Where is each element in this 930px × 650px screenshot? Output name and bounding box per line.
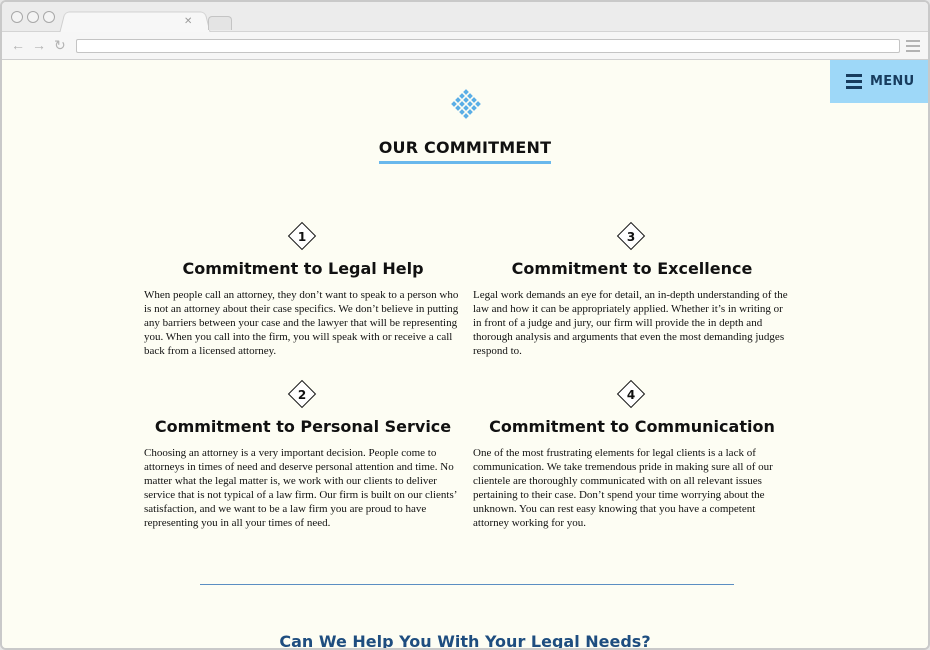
commitment-title: Commitment to Excellence <box>511 259 753 278</box>
browser-toolbar: ← → ↻ <box>2 32 928 60</box>
back-icon[interactable]: ← <box>11 37 25 53</box>
commitment-title: Commitment to Legal Help <box>182 259 424 278</box>
browser-menu-icon[interactable] <box>906 40 920 55</box>
address-bar[interactable] <box>76 39 900 53</box>
reload-icon[interactable]: ↻ <box>54 37 66 53</box>
commitment-title: Commitment to Personal Service <box>154 417 452 436</box>
commitment-body: One of the most frustrating elements for… <box>473 447 773 530</box>
commitment-title: Commitment to Communication <box>489 417 775 436</box>
browser-titlebar: ✕ <box>2 2 928 34</box>
firm-logo-icon <box>451 89 481 119</box>
commitment-body: Legal work demands an eye for detail, an… <box>473 289 788 358</box>
commitment-number: 1 <box>297 230 307 244</box>
commitment-number: 3 <box>626 230 636 244</box>
maximize-window-icon[interactable] <box>43 11 55 23</box>
hamburger-icon <box>846 71 862 92</box>
tab-close-icon[interactable]: ✕ <box>184 16 192 28</box>
menu-button[interactable]: MENU <box>830 60 928 103</box>
commitment-body: When people call an attorney, they don’t… <box>144 289 459 358</box>
commitment-number: 4 <box>626 388 636 402</box>
close-window-icon[interactable] <box>11 11 23 23</box>
menu-label: MENU <box>870 74 915 89</box>
page-content: MENU OUR COMMITMENT 1 Commitment to Lega… <box>2 60 928 650</box>
section-divider <box>200 584 734 585</box>
commitment-number: 2 <box>297 388 307 402</box>
new-tab-button[interactable] <box>208 16 232 30</box>
section-heading: OUR COMMITMENT <box>2 138 928 164</box>
forward-icon[interactable]: → <box>32 37 46 53</box>
browser-window: ✕ ← → ↻ MENU OUR COMMITMENT 1 Commitment… <box>0 0 930 650</box>
section-heading-text: OUR COMMITMENT <box>378 138 552 164</box>
cta-heading: Can We Help You With Your Legal Needs? <box>279 632 651 650</box>
minimize-window-icon[interactable] <box>27 11 39 23</box>
commitment-body: Choosing an attorney is a very important… <box>144 447 457 530</box>
